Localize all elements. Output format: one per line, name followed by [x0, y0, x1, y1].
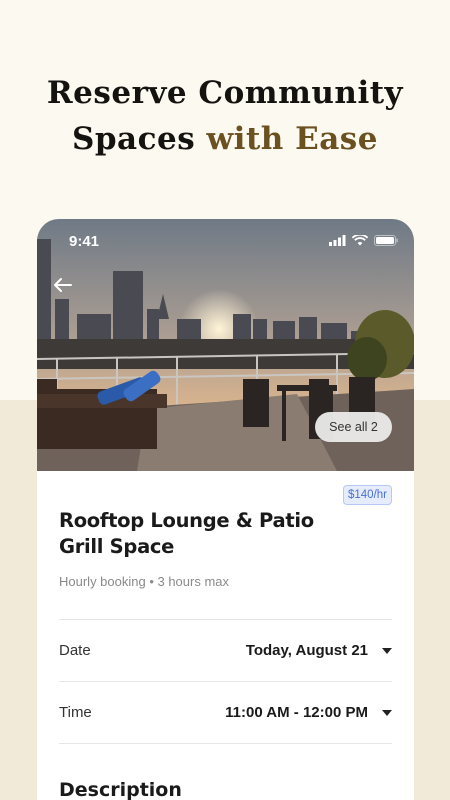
time-selector[interactable]: 11:00 AM - 12:00 PM: [225, 704, 392, 721]
listing-subtitle: Hourly booking • 3 hours max: [59, 574, 230, 589]
price-badge: $140/hr: [342, 485, 392, 505]
headline-line-2: Spaces with Ease: [0, 116, 450, 162]
date-value: Today, August 21: [245, 642, 368, 659]
page-headline: Reserve Community Spaces with Ease: [0, 70, 450, 162]
hero-image: 9:41 See all 2: [37, 219, 414, 471]
date-label: Date: [59, 642, 91, 659]
headline-plain: Spaces: [71, 121, 207, 157]
headline-accent: with Ease: [206, 121, 378, 157]
time-label: Time: [59, 704, 92, 721]
status-icons: [329, 235, 398, 246]
wifi-icon: [352, 235, 368, 246]
headline-line-1: Reserve Community: [46, 75, 404, 111]
back-button[interactable]: [51, 273, 75, 297]
chevron-down-icon: [382, 709, 392, 716]
time-value: 11:00 AM - 12:00 PM: [225, 704, 368, 721]
date-selector[interactable]: Today, August 21: [246, 642, 392, 659]
description-heading: Description: [59, 779, 182, 800]
chevron-down-icon: [382, 647, 392, 654]
time-row[interactable]: Time 11:00 AM - 12:00 PM: [59, 682, 392, 743]
divider: [59, 743, 392, 744]
phone-screen: 9:41 See all 2 $140/hr Rooftop Lounge & …: [37, 219, 414, 800]
see-all-photos-button[interactable]: See all 2: [315, 412, 392, 442]
cellular-signal-icon: [329, 235, 346, 246]
listing-title: Rooftop Lounge & Patio Grill Space: [59, 509, 314, 558]
listing-details: $140/hr Rooftop Lounge & Patio Grill Spa…: [37, 471, 414, 800]
arrow-left-icon: [54, 278, 72, 292]
date-row[interactable]: Date Today, August 21: [59, 620, 392, 681]
status-time: 9:41: [69, 233, 100, 250]
battery-icon: [374, 235, 398, 246]
